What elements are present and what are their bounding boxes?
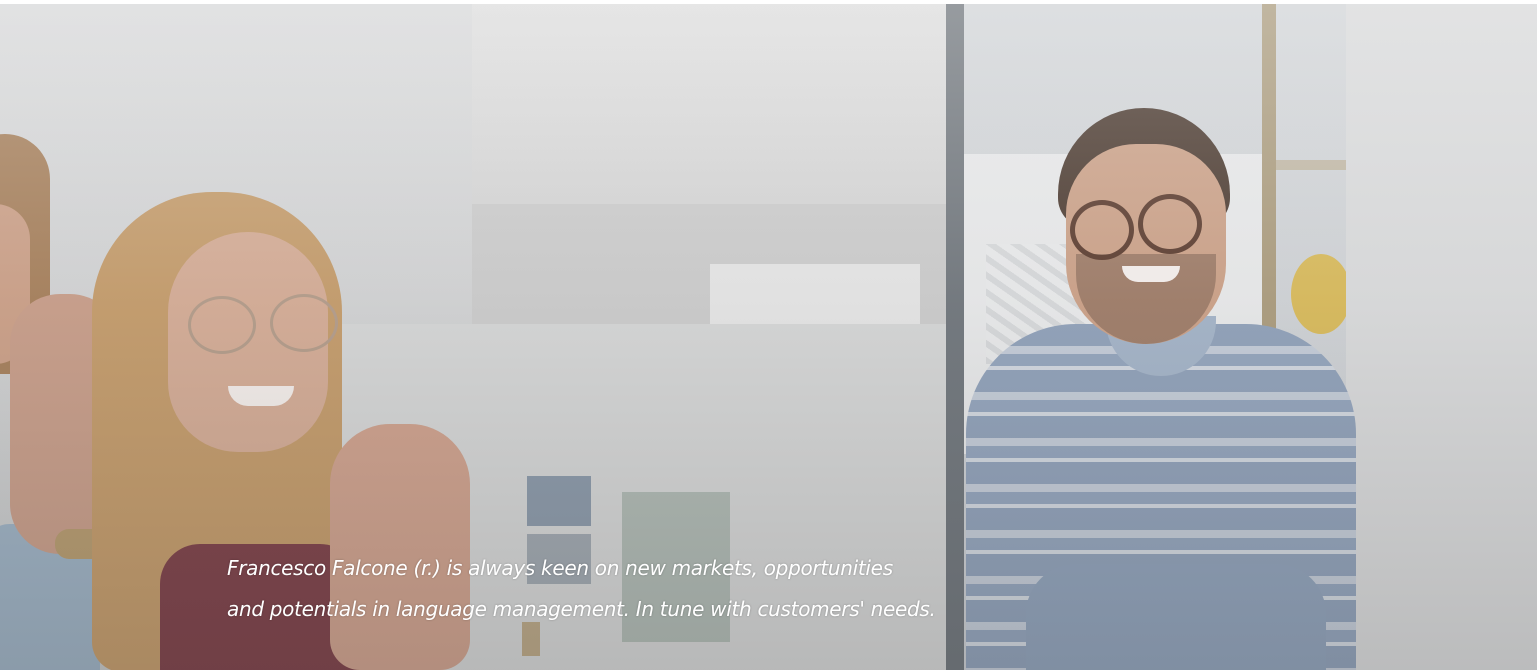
woman-glasses-lens — [188, 296, 256, 354]
man-glasses-lens — [1138, 194, 1202, 254]
man-smile — [1122, 266, 1180, 282]
wall-poster — [527, 476, 591, 526]
woman-hands — [330, 424, 470, 670]
hero-banner: Francesco Falcone (r.) is always keen on… — [0, 4, 1537, 670]
man-glasses-lens — [1070, 200, 1134, 260]
caption-line: and potentials in language management. I… — [227, 597, 936, 621]
portrait-photo-right — [946, 4, 1537, 670]
office-wall — [1346, 4, 1537, 670]
man-crossed-arms — [1026, 564, 1326, 670]
photo-caption: Francesco Falcone (r.) is always keen on… — [227, 548, 987, 630]
woman-smile — [228, 386, 294, 406]
yellow-sign — [1291, 254, 1351, 334]
woman-glasses-lens — [270, 294, 338, 352]
caption-line: Francesco Falcone (r.) is always keen on… — [227, 556, 893, 580]
door-frame — [1276, 160, 1346, 170]
office-ceiling — [472, 4, 946, 204]
